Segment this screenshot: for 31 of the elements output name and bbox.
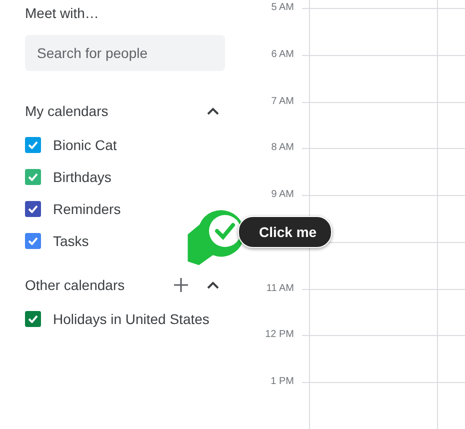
hour-label: 12 PM [264, 329, 295, 342]
hour-label: 7 AM [270, 96, 295, 108]
calendar-name: Birthdays [53, 169, 112, 185]
calendar-name: Reminders [53, 201, 121, 217]
calendar-name: Holidays in United States [53, 311, 210, 327]
checkbox[interactable] [25, 311, 41, 327]
check-icon [28, 141, 38, 149]
hour-label: 6 AM [270, 48, 295, 61]
check-icon [28, 173, 38, 181]
checkbox[interactable] [25, 201, 41, 217]
section-title: Meet with… [25, 4, 100, 22]
check-icon [28, 237, 38, 245]
click-me-tooltip[interactable]: Click me [238, 216, 332, 248]
calendar-name: Bionic Cat [53, 137, 117, 153]
check-icon [28, 315, 38, 323]
plus-icon [174, 278, 188, 292]
check-icon [28, 205, 38, 213]
checkbox[interactable] [25, 137, 41, 153]
hour-label: 1 PM [270, 376, 295, 388]
checkbox[interactable] [25, 233, 41, 249]
section-title[interactable]: My calendars [25, 103, 193, 119]
chevron-up-icon [207, 107, 219, 115]
hour-label: 9 AM [270, 189, 295, 202]
hour-label: 5 AM [270, 2, 295, 14]
hour-label: 8 AM [270, 142, 295, 154]
chevron-up-icon [207, 281, 219, 289]
section-title[interactable]: Other calendars [25, 277, 161, 293]
calendar-name: Tasks [53, 233, 89, 249]
search-field[interactable]: Search for people [25, 35, 225, 71]
hour-label: 11 AM [265, 282, 295, 295]
checkbox[interactable] [25, 169, 41, 185]
